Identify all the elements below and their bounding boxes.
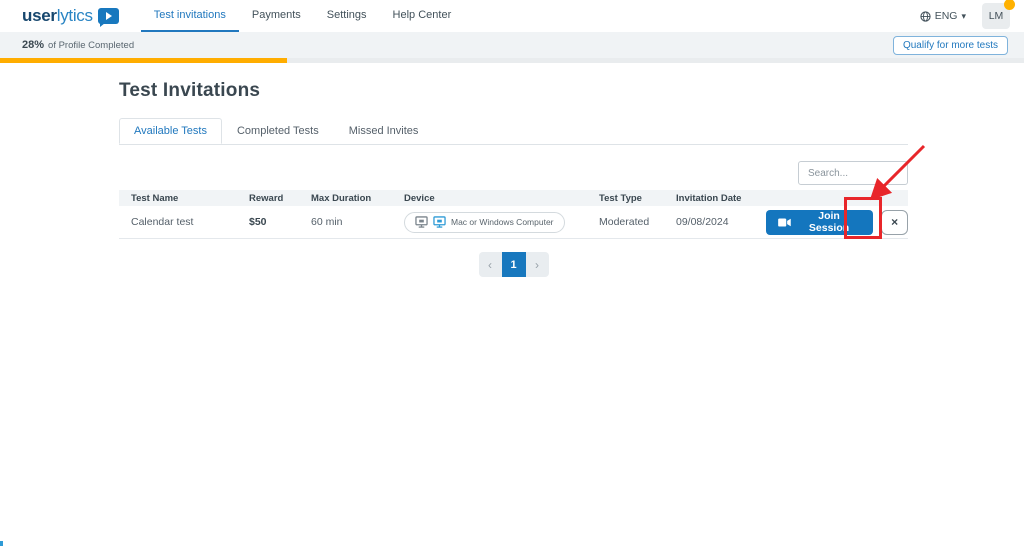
table-row: Calendar test $50 60 min Mac or Windows … bbox=[119, 206, 908, 239]
topnav-right: ENG ▾ LM bbox=[920, 3, 1010, 29]
search-row bbox=[119, 161, 908, 185]
profile-progress-track bbox=[0, 58, 1024, 63]
nav-item-settings[interactable]: Settings bbox=[314, 0, 380, 32]
userlytics-logo[interactable]: userlytics bbox=[22, 6, 119, 26]
page-title: Test Invitations bbox=[119, 80, 908, 102]
pagination-prev-icon[interactable]: ‹ bbox=[479, 252, 502, 277]
device-label: Mac or Windows Computer bbox=[451, 217, 554, 227]
tab-completed-tests[interactable]: Completed Tests bbox=[222, 118, 334, 144]
video-camera-icon bbox=[778, 218, 791, 227]
language-selector[interactable]: ENG ▾ bbox=[920, 10, 966, 22]
chevron-down-icon: ▾ bbox=[961, 11, 966, 22]
pagination-group: ‹ 1 › bbox=[479, 252, 549, 277]
pagination: ‹ 1 › bbox=[119, 252, 908, 277]
profile-percent: 28% bbox=[22, 39, 44, 51]
logo-text: userlytics bbox=[22, 6, 93, 26]
join-session-button[interactable]: Join Session bbox=[766, 210, 873, 235]
device-pill: Mac or Windows Computer bbox=[404, 212, 565, 233]
tab-bar: Available Tests Completed Tests Missed I… bbox=[119, 118, 908, 145]
profile-completion-banner: 28% of Profile Completed Qualify for mor… bbox=[0, 32, 1024, 58]
cell-invitation-date: 09/08/2024 bbox=[664, 216, 759, 228]
notification-dot bbox=[1004, 0, 1015, 10]
column-header-test-name: Test Name bbox=[119, 193, 237, 204]
table-header-row: Test Name Reward Max Duration Device Tes… bbox=[119, 190, 908, 206]
nav-item-help-center[interactable]: Help Center bbox=[380, 0, 465, 32]
main-content: Test Invitations Available Tests Complet… bbox=[0, 80, 908, 277]
column-header-invitation-date: Invitation Date bbox=[664, 193, 759, 204]
main-nav: Test invitations Payments Settings Help … bbox=[141, 0, 465, 32]
nav-item-test-invitations[interactable]: Test invitations bbox=[141, 0, 239, 32]
tab-missed-invites[interactable]: Missed Invites bbox=[334, 118, 434, 144]
pagination-next-icon[interactable]: › bbox=[526, 252, 549, 277]
close-icon: × bbox=[891, 215, 898, 229]
dismiss-button[interactable]: × bbox=[881, 210, 908, 235]
column-header-max-duration: Max Duration bbox=[299, 193, 392, 204]
nav-item-payments[interactable]: Payments bbox=[239, 0, 314, 32]
logo-play-bubble-icon bbox=[98, 8, 119, 24]
avatar[interactable]: LM bbox=[982, 3, 1010, 29]
logo-word-user: user bbox=[22, 6, 57, 25]
cell-actions: Join Session × bbox=[759, 210, 908, 235]
cell-test-type: Moderated bbox=[587, 216, 664, 228]
cell-test-name: Calendar test bbox=[119, 216, 237, 228]
language-label: ENG bbox=[935, 10, 958, 22]
profile-percent-label: of Profile Completed bbox=[48, 40, 134, 51]
profile-progress-fill bbox=[0, 58, 287, 63]
column-header-device: Device bbox=[392, 193, 587, 204]
chat-widget-sliver bbox=[0, 541, 3, 546]
globe-icon bbox=[920, 11, 931, 22]
cell-reward: $50 bbox=[237, 216, 299, 228]
cell-device: Mac or Windows Computer bbox=[392, 212, 587, 233]
logo-word-lytics: lytics bbox=[57, 6, 93, 25]
windows-monitor-icon bbox=[433, 216, 446, 228]
search-input[interactable] bbox=[798, 161, 908, 185]
tab-available-tests[interactable]: Available Tests bbox=[119, 118, 222, 144]
pagination-page-1[interactable]: 1 bbox=[502, 252, 526, 277]
column-header-test-type: Test Type bbox=[587, 193, 664, 204]
top-navbar: userlytics Test invitations Payments Set… bbox=[0, 0, 1024, 32]
mac-monitor-icon bbox=[415, 216, 428, 228]
column-header-reward: Reward bbox=[237, 193, 299, 204]
avatar-initials: LM bbox=[989, 10, 1004, 22]
join-session-label: Join Session bbox=[797, 210, 861, 234]
qualify-for-more-tests-button[interactable]: Qualify for more tests bbox=[893, 36, 1008, 55]
cell-max-duration: 60 min bbox=[299, 216, 392, 228]
